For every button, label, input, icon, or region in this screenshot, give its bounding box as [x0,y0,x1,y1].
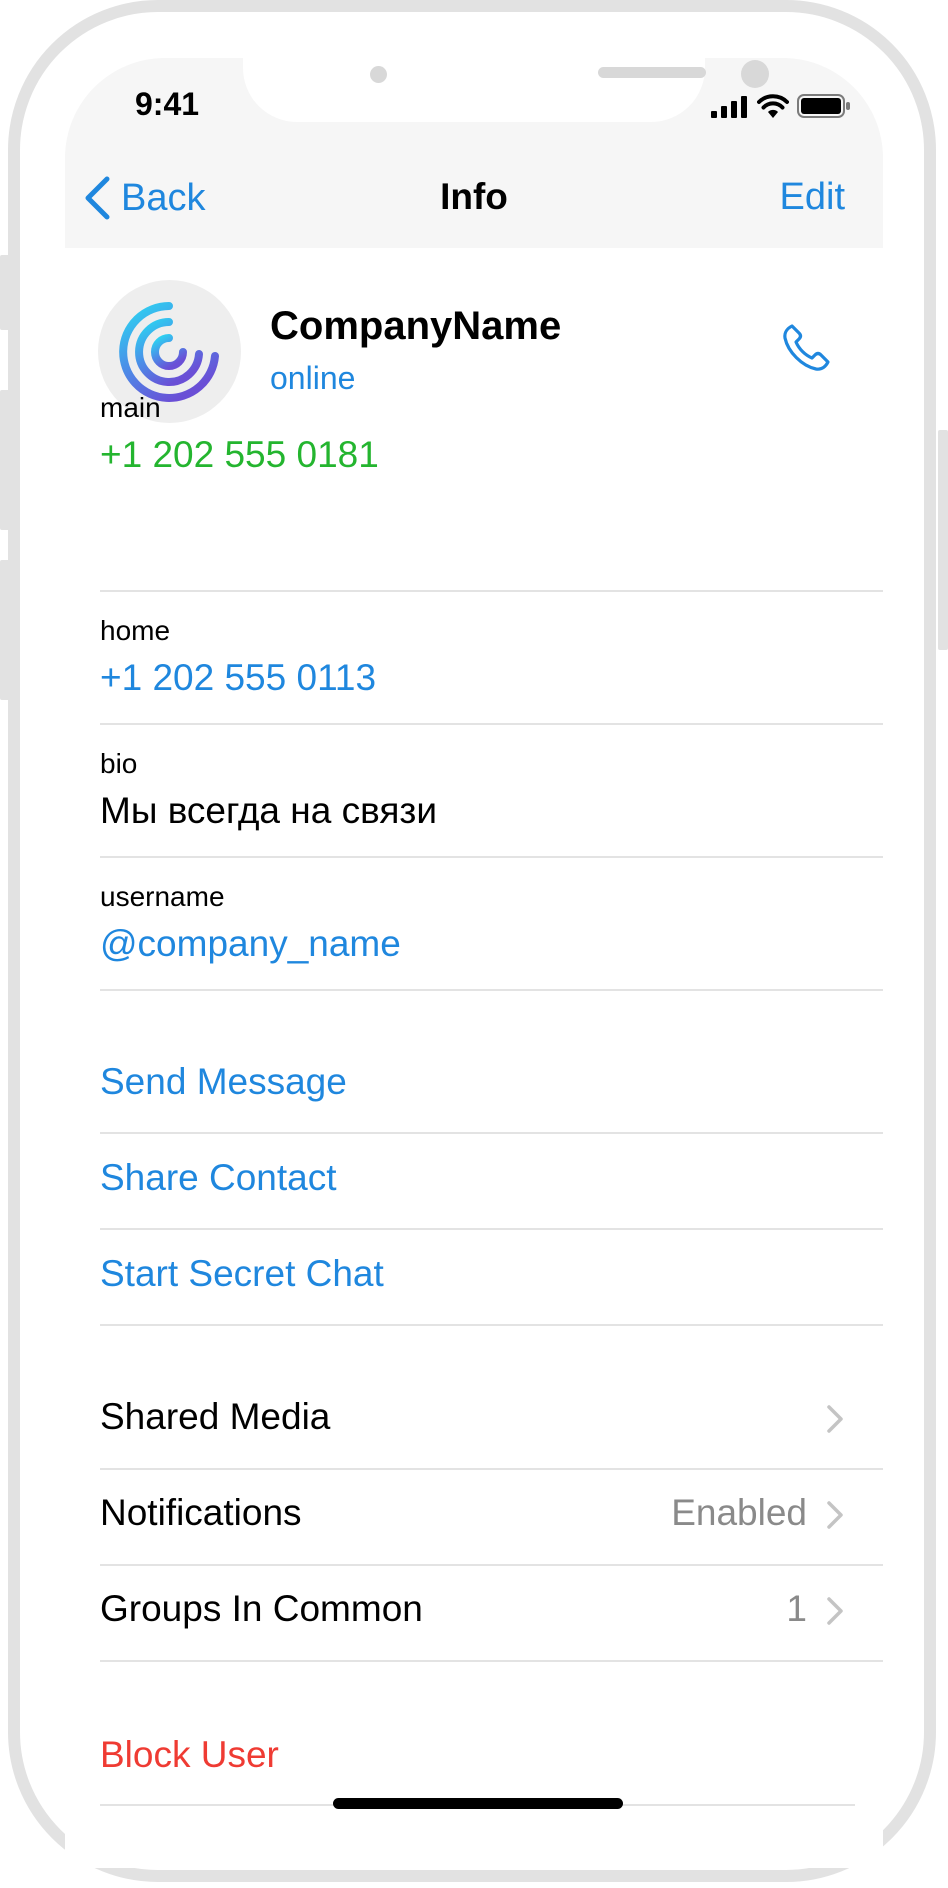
notifications-status: Enabled [671,1492,807,1533]
page-title: Info [440,176,508,217]
divider [100,1132,883,1134]
info-row-home[interactable]: home +1 202 555 0113 [100,615,883,715]
power-button [938,430,948,650]
info-label: bio [100,748,138,779]
sensor-dot [370,66,387,83]
profile-name: CompanyName [270,304,562,348]
status-icons [711,88,851,118]
wifi-icon [757,94,789,118]
divider [100,856,883,858]
front-camera [741,60,769,88]
home-indicator[interactable] [333,1798,623,1809]
block-user-button[interactable]: Block User [100,1734,279,1776]
menu-title: Notifications [100,1492,302,1533]
speaker-grill [598,67,706,78]
phone-icon [783,324,830,371]
divider [100,723,883,725]
send-message-button[interactable]: Send Message [100,1061,347,1103]
call-button[interactable] [778,320,834,376]
share-contact-button[interactable]: Share Contact [100,1157,337,1199]
chevron-right-icon [827,1405,843,1433]
cellular-signal-icon [711,96,747,118]
divider [100,1564,883,1566]
chevron-right-icon [827,1501,843,1529]
divider [100,1468,883,1470]
edit-button[interactable]: Edit [780,176,845,219]
divider [100,1324,883,1326]
divider [100,989,883,991]
phone-number-main[interactable]: +1 202 555 0181 [100,434,379,476]
battery-icon [797,94,850,118]
notch [243,58,769,122]
divider [100,1660,883,1662]
info-label: home [100,615,171,646]
bio-text: Мы всегда на связи [100,790,437,831]
menu-title: Shared Media [100,1396,331,1437]
info-label: main [100,392,161,423]
phone-number-home[interactable]: +1 202 555 0113 [100,657,376,699]
info-row-main[interactable]: main +1 202 555 0181 [100,392,883,492]
menu-title: Groups In Common [100,1588,423,1629]
status-time: 9:41 [135,86,200,122]
username-link[interactable]: @company_name [100,923,401,965]
navigation-bar: 9:41 Back Info Edit [65,58,883,248]
groups-count: 1 [786,1588,807,1629]
shared-media-row[interactable]: Shared Media [100,1388,845,1448]
groups-in-common-row[interactable]: Groups In Common 1 [100,1580,845,1640]
divider [100,590,883,592]
info-row-bio: bio Мы всегда на связи [100,748,883,848]
notifications-row[interactable]: Notifications Enabled [100,1484,845,1544]
divider [100,1228,883,1230]
phone-screen: 9:41 Back Info Edit CompanyName online m… [65,58,883,1868]
info-label: username [100,881,225,912]
chevron-right-icon [827,1597,843,1625]
info-row-username[interactable]: username @company_name [100,881,883,981]
start-secret-chat-button[interactable]: Start Secret Chat [100,1253,384,1295]
